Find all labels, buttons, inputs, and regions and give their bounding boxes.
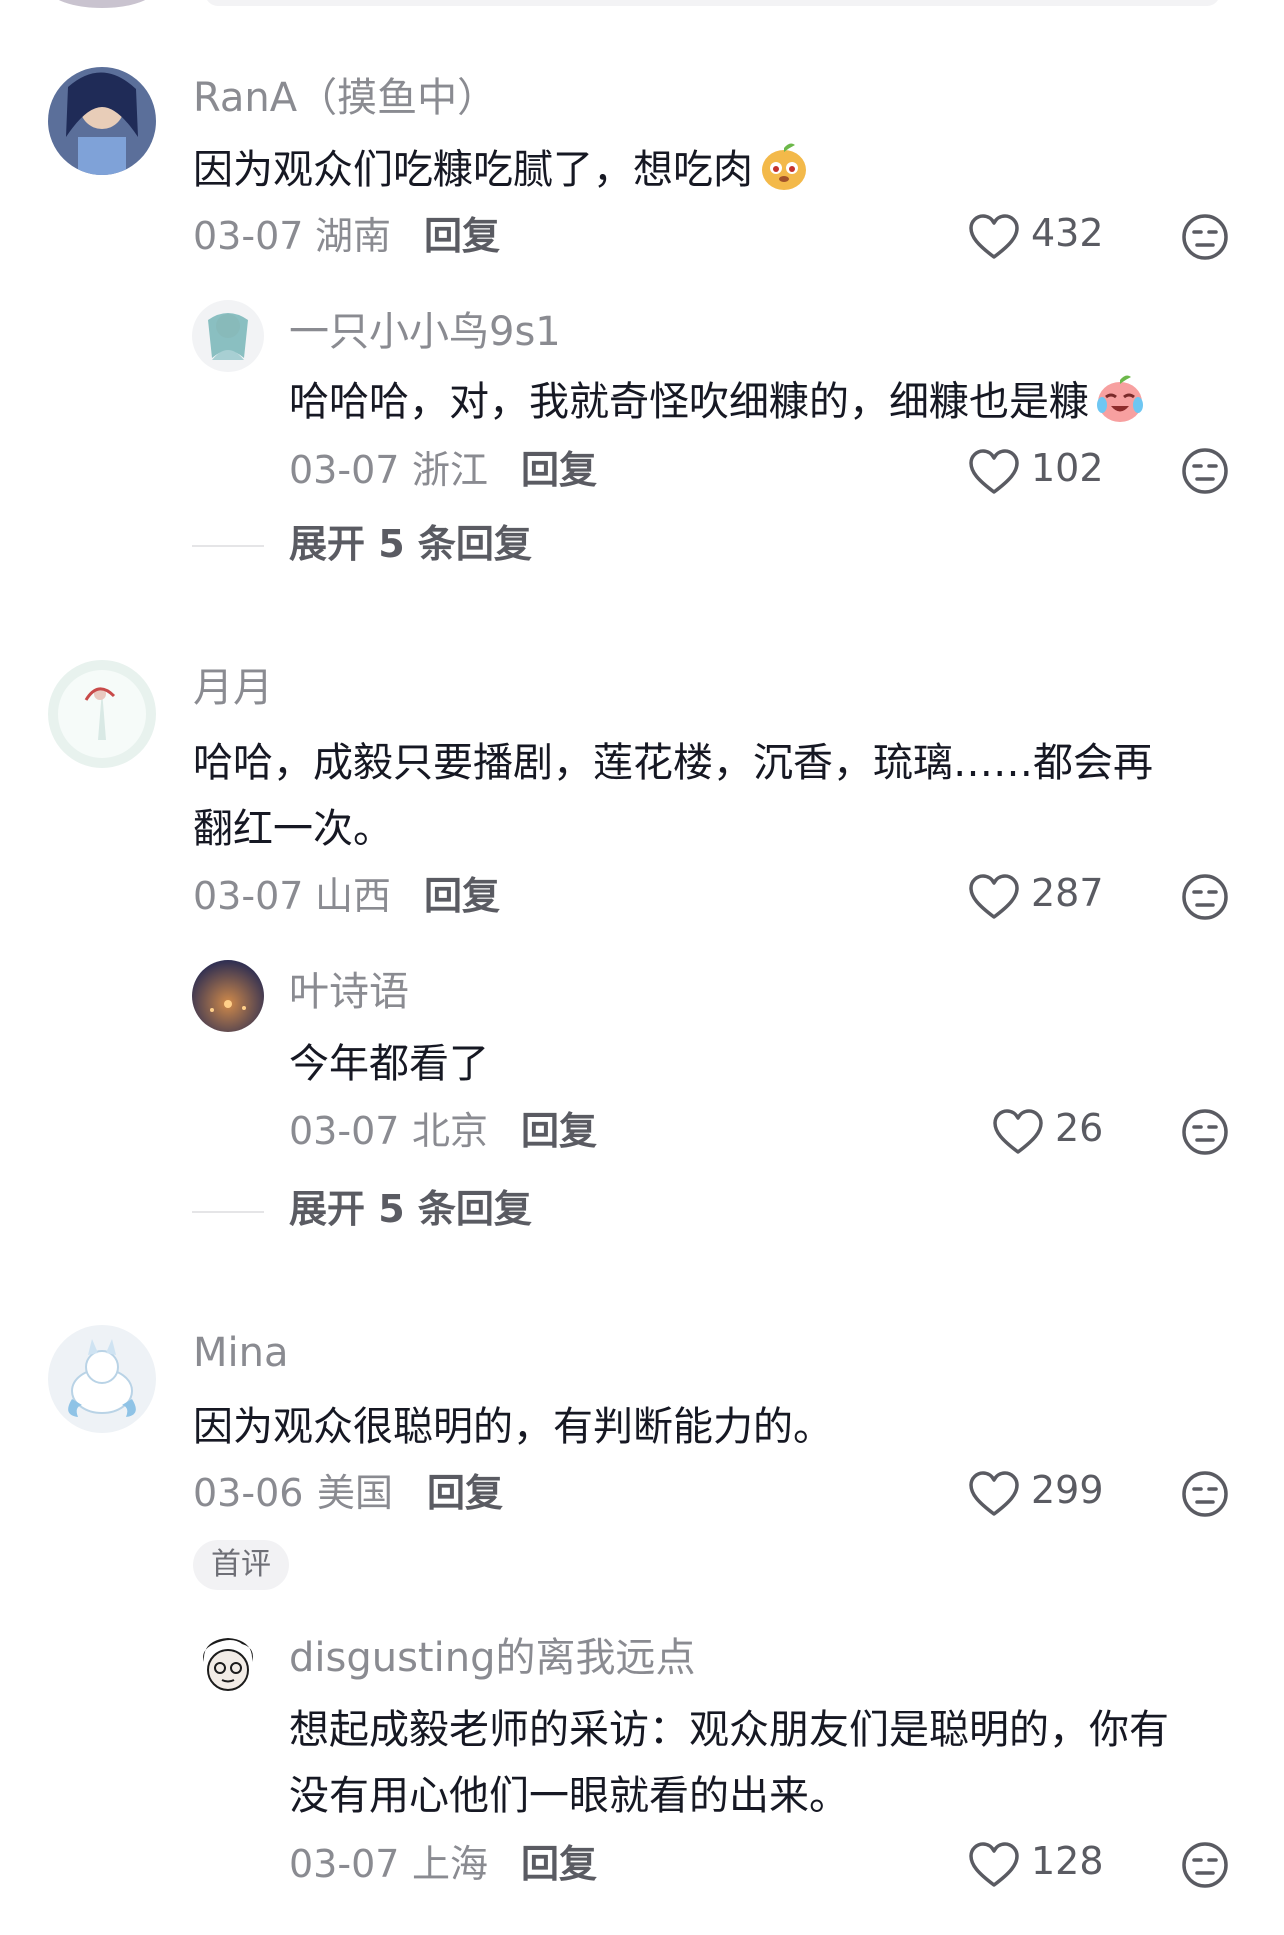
comment-location: 山西 [315,874,392,918]
comment-date: 03-07 [193,214,304,258]
dislike-face-icon[interactable] [1180,1107,1230,1157]
reply-button[interactable]: 回复 [427,1474,503,1512]
comment-location: 湖南 [315,214,392,258]
comment-username[interactable]: 月月 [193,668,273,708]
previous-avatar-partial [48,0,156,8]
reply-username[interactable]: 叶诗语 [289,972,409,1012]
comment-text-line-1: 哈哈，成毅只要播剧，莲花楼，沉香，琉璃……都会再 [193,740,1153,786]
like-count: 287 [1031,871,1104,915]
comment-date: 03-07 [193,874,304,918]
previous-content-partial [205,0,1220,6]
dislike-face-icon[interactable] [1180,212,1230,262]
reply-username[interactable]: 一只小小鸟9s1 [289,312,561,352]
reply-text: 今年都看了 [289,1041,489,1087]
heart-icon[interactable] [968,448,1020,496]
expand-replies-button[interactable]: 展开 5 条回复 [289,1190,532,1228]
reply-body: 哈哈哈，对，我就奇怪吹细糠的，细糠也是糠 [289,379,1089,425]
crying-laughing-peach-emoji [1093,371,1147,425]
dislike-face-icon[interactable] [1180,1840,1230,1890]
like-count: 432 [1031,211,1104,255]
avatar[interactable] [192,1628,264,1700]
reply-location: 北京 [412,1109,489,1153]
dislike-face-icon[interactable] [1180,446,1230,496]
comment-text: 因为观众们吃糠吃腻了，想吃肉 [193,137,811,203]
avatar[interactable] [48,660,156,768]
dislike-face-icon[interactable] [1180,1469,1230,1519]
reply-button[interactable]: 回复 [521,1112,597,1150]
reply-button[interactable]: 回复 [424,217,500,255]
comment-date: 03-06 [193,1471,304,1515]
reply-button[interactable]: 回复 [521,451,597,489]
reply-location: 上海 [412,1842,489,1886]
like-count: 26 [1055,1106,1104,1150]
comment-body: 因为观众们吃糠吃腻了，想吃肉 [193,147,753,193]
first-comment-badge: 首评 [193,1540,289,1590]
dislike-face-icon[interactable] [1180,872,1230,922]
reply-date: 03-07 [289,448,400,492]
avatar[interactable] [48,1325,156,1433]
reply-date: 03-07 [289,1842,400,1886]
like-count: 102 [1031,446,1104,490]
reply-location: 浙江 [412,448,489,492]
avatar[interactable] [192,300,264,372]
heart-icon[interactable] [968,1841,1020,1889]
comment-text: 因为观众很聪明的，有判断能力的。 [193,1404,833,1450]
comment-text-line-2: 翻红一次。 [193,806,393,852]
reply-text-line-2: 没有用心他们一眼就看的出来。 [289,1773,849,1819]
heart-icon[interactable] [992,1108,1044,1156]
expand-divider [192,545,264,547]
comment-username[interactable]: Mina [193,1333,289,1373]
reply-text-line-1: 想起成毅老师的采访：观众朋友们是聪明的，你有 [289,1707,1169,1753]
sweet-potato-face-emoji [757,139,811,193]
like-count: 128 [1031,1839,1104,1883]
reply-date: 03-07 [289,1109,400,1153]
expand-divider [192,1211,264,1213]
expand-replies-button[interactable]: 展开 5 条回复 [289,525,532,563]
like-count: 299 [1031,1468,1104,1512]
reply-text: 哈哈哈，对，我就奇怪吹细糠的，细糠也是糠 [289,369,1147,435]
reply-username[interactable]: disgusting的离我远点 [289,1638,695,1678]
comment-location: 美国 [317,1471,394,1515]
reply-button[interactable]: 回复 [521,1845,597,1883]
heart-icon[interactable] [968,213,1020,261]
avatar[interactable] [192,960,264,1032]
comment-username[interactable]: RanA（摸鱼中） [193,78,497,118]
heart-icon[interactable] [968,873,1020,921]
avatar[interactable] [48,67,156,175]
heart-icon[interactable] [968,1470,1020,1518]
reply-button[interactable]: 回复 [424,877,500,915]
